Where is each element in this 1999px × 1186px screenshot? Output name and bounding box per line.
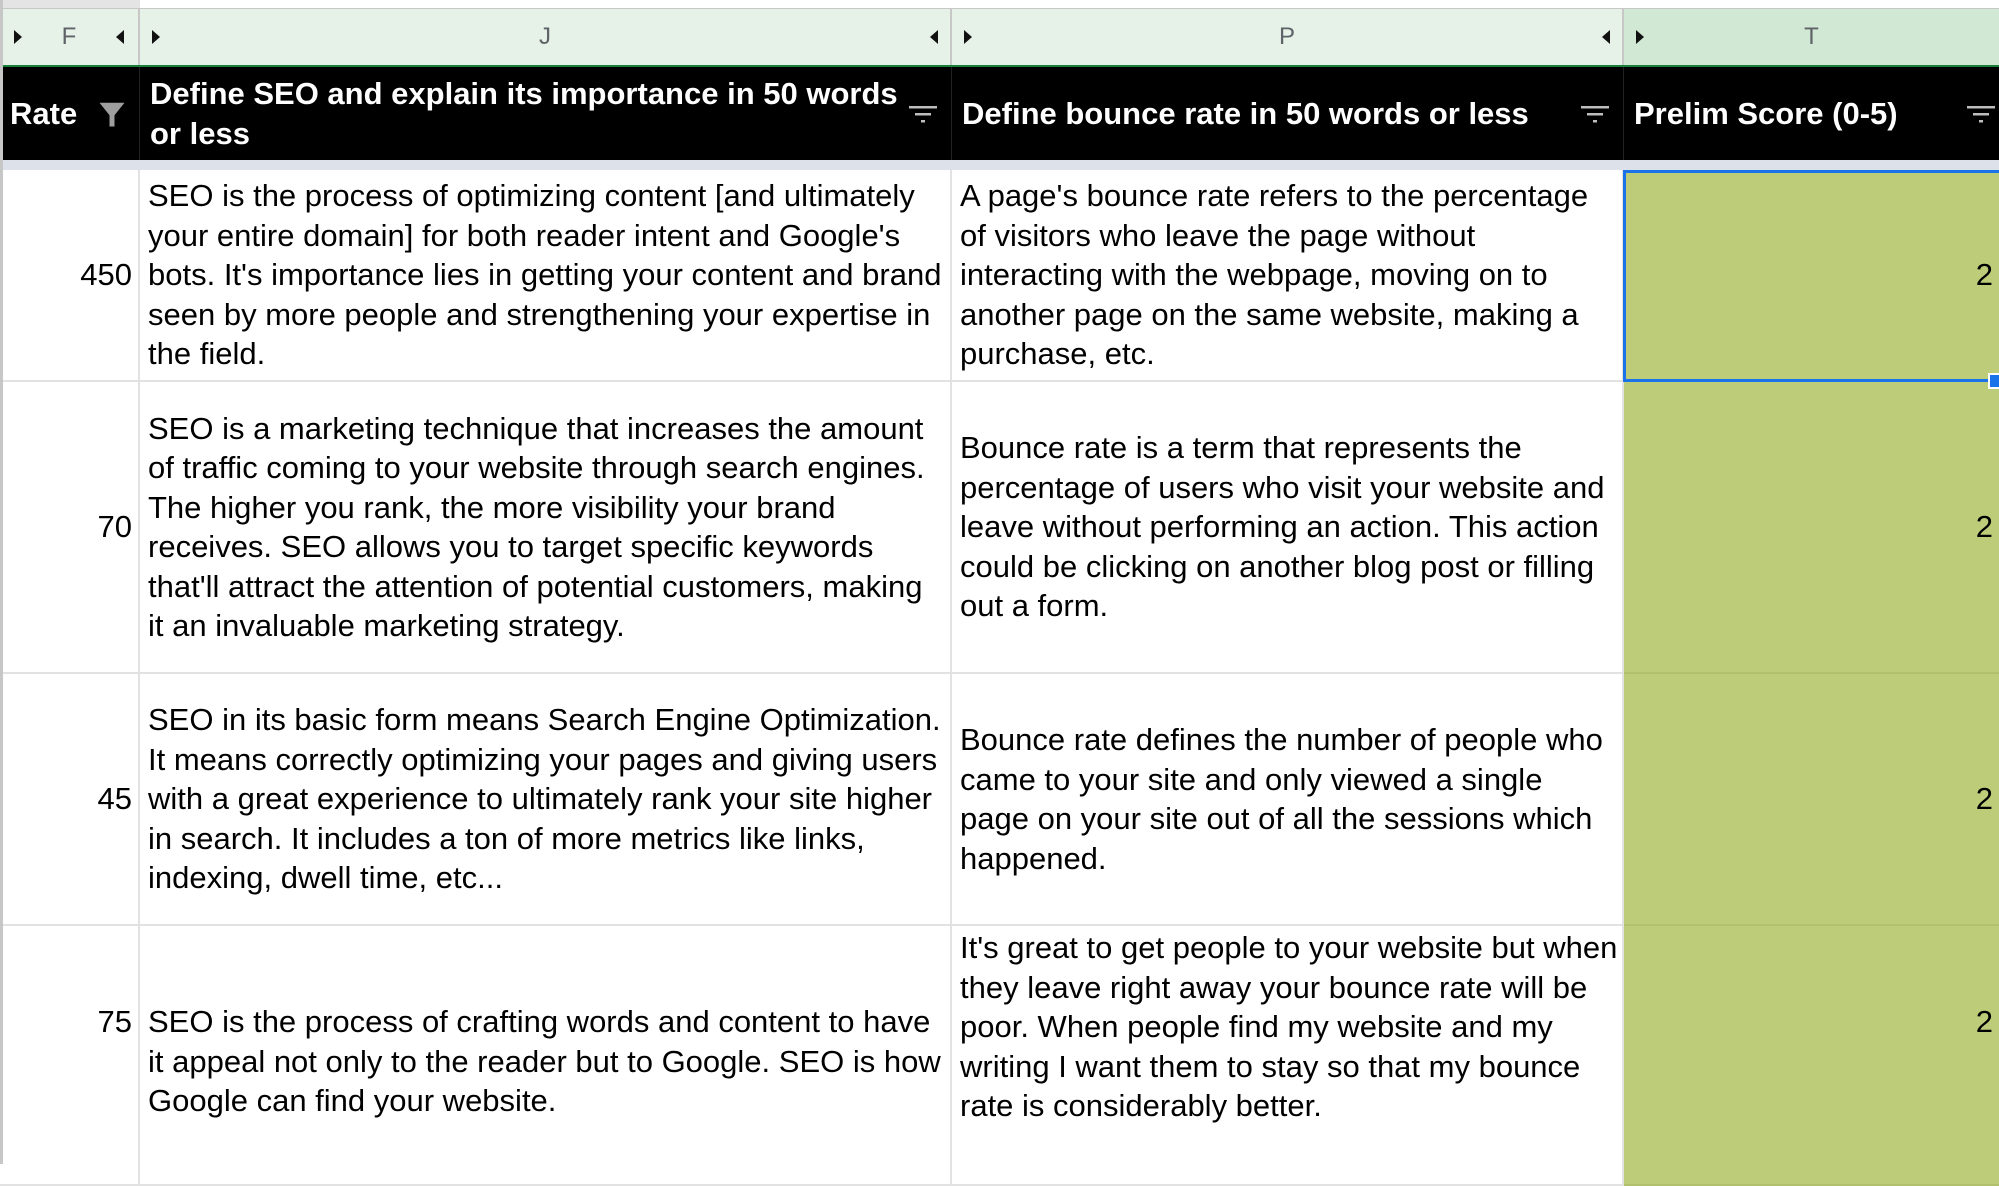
header-bounce-question[interactable]: Define bounce rate in 50 words or less <box>952 67 1624 160</box>
rate-cell[interactable]: 45 <box>0 674 140 926</box>
filter-icon[interactable] <box>1967 104 1995 124</box>
expand-left-icon[interactable] <box>116 30 124 44</box>
prelim-score-cell[interactable]: 2 <box>1624 674 1999 926</box>
rate-cell[interactable]: 70 <box>0 382 140 674</box>
rate-cell[interactable]: 450 <box>0 170 140 382</box>
bounce-answer-cell[interactable]: Bounce rate is a term that represents th… <box>952 382 1624 674</box>
expand-right-icon[interactable] <box>1636 30 1644 44</box>
header-rate[interactable]: Rate <box>0 67 140 160</box>
seo-answer-cell[interactable]: SEO is a marketing technique that increa… <box>140 382 952 674</box>
rate-cell[interactable]: 75 <box>0 926 140 1186</box>
column-header-t[interactable]: T <box>1624 9 1999 65</box>
expand-right-icon[interactable] <box>14 30 22 44</box>
header-label: Rate <box>10 95 78 131</box>
filter-icon[interactable] <box>909 104 937 124</box>
filter-icon[interactable] <box>1581 104 1609 124</box>
sheet-left-edge <box>0 0 3 1164</box>
prelim-score-cell[interactable]: 2 <box>1624 170 1999 382</box>
table-row: 450 SEO is the process of optimizing con… <box>0 170 1999 382</box>
column-header-j[interactable]: J <box>140 9 952 65</box>
expand-right-icon[interactable] <box>964 30 972 44</box>
expand-left-icon[interactable] <box>930 30 938 44</box>
table-row: 75 SEO is the process of crafting words … <box>0 926 1999 1186</box>
column-letter: T <box>1804 23 1819 50</box>
seo-answer-cell[interactable]: SEO in its basic form means Search Engin… <box>140 674 952 926</box>
seo-answer-cell[interactable]: SEO is the process of crafting words and… <box>140 926 952 1186</box>
header-label: Prelim Score (0-5) <box>1634 95 1898 131</box>
select-all-corner[interactable] <box>0 0 140 8</box>
frozen-row-divider[interactable] <box>0 160 1999 170</box>
fill-handle[interactable] <box>1988 373 1999 389</box>
column-letter: P <box>1278 23 1295 50</box>
table-row: 45 SEO in its basic form means Search En… <box>0 674 1999 926</box>
table-row: 70 SEO is a marketing technique that inc… <box>0 382 1999 674</box>
header-label: Define SEO and explain its importance in… <box>150 75 898 151</box>
expand-right-icon[interactable] <box>152 30 160 44</box>
column-letter: J <box>539 23 551 50</box>
column-letter: F <box>61 23 77 50</box>
prelim-score-cell[interactable]: 2 <box>1624 382 1999 674</box>
active-filter-icon[interactable] <box>97 99 127 129</box>
prelim-score-cell[interactable]: 2 <box>1624 926 1999 1186</box>
expand-left-icon[interactable] <box>1602 30 1610 44</box>
seo-answer-cell[interactable]: SEO is the process of optimizing content… <box>140 170 952 382</box>
column-header-p[interactable]: P <box>952 9 1624 65</box>
table-header-row: Rate Define SEO and explain its importan… <box>0 67 1999 160</box>
column-letter-header-row: F J P T <box>0 9 1999 67</box>
column-header-f[interactable]: F <box>0 9 140 65</box>
bounce-answer-cell[interactable]: A page's bounce rate refers to the perce… <box>952 170 1624 382</box>
header-seo-question[interactable]: Define SEO and explain its importance in… <box>140 67 952 160</box>
bounce-answer-cell[interactable]: It's great to get people to your website… <box>952 926 1624 1186</box>
header-label: Define bounce rate in 50 words or less <box>962 95 1529 131</box>
bounce-answer-cell[interactable]: Bounce rate defines the number of people… <box>952 674 1624 926</box>
header-prelim-score[interactable]: Prelim Score (0-5) <box>1624 67 1999 160</box>
